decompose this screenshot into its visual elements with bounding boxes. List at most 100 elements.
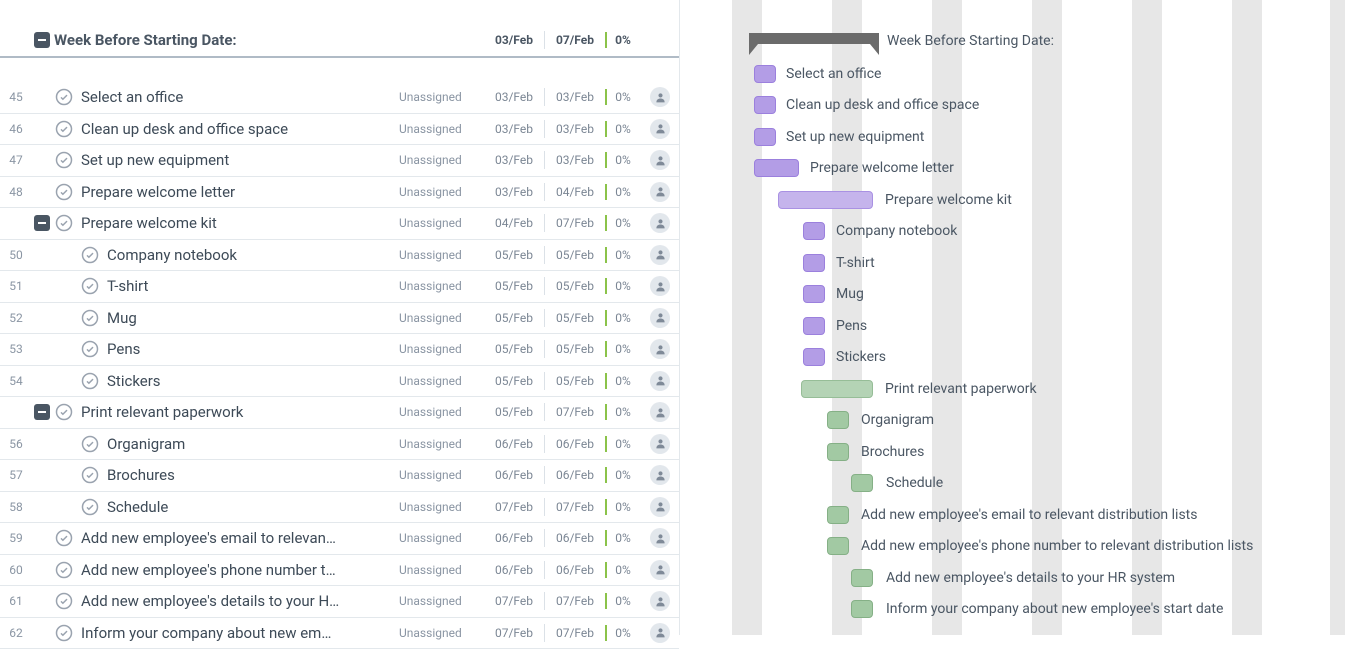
start-date[interactable]: 05/Feb [484,279,544,293]
task-title[interactable]: Prepare welcome kit [76,214,399,232]
progress-pct[interactable]: 0% [605,311,641,325]
task-title[interactable]: Add new employee's details to your H… [76,592,399,610]
assignee[interactable]: Unassigned [399,468,484,482]
gantt-bar[interactable] [801,380,873,398]
start-date[interactable]: 03/Feb [484,122,544,136]
task-title[interactable]: Prepare welcome letter [76,183,399,201]
progress-pct[interactable]: 0% [605,153,641,167]
check-circle-icon[interactable] [55,88,73,106]
end-date[interactable]: 06/Feb [545,563,605,577]
task-title[interactable]: Company notebook [102,246,399,264]
gantt-bar[interactable] [827,506,849,524]
end-date[interactable]: 06/Feb [545,531,605,545]
start-date[interactable]: 05/Feb [484,374,544,388]
task-row[interactable]: 62Inform your company about new em…Unass… [0,618,679,649]
task-title[interactable]: Add new employee's phone number t… [76,561,399,579]
gantt-bar[interactable] [851,569,873,587]
task-title[interactable]: T-shirt [102,277,399,295]
end-date[interactable]: 07/Feb [545,626,605,640]
end-date[interactable]: 03/Feb [545,90,605,104]
progress-pct[interactable]: 0% [605,405,641,419]
assignee[interactable]: Unassigned [399,594,484,608]
collapse-icon[interactable] [34,32,50,48]
check-circle-icon[interactable] [55,561,73,579]
assignee[interactable]: Unassigned [399,311,484,325]
assign-user-icon[interactable] [650,213,670,233]
progress-pct[interactable]: 0% [605,90,641,104]
start-date[interactable]: 04/Feb [484,216,544,230]
start-date[interactable]: 05/Feb [484,248,544,262]
task-row[interactable]: 60Add new employee's phone number t…Unas… [0,555,679,587]
start-date[interactable]: 05/Feb [484,311,544,325]
assign-user-icon[interactable] [650,560,670,580]
gantt-bar[interactable] [827,411,849,429]
group-header-row[interactable]: Week Before Starting Date: 03/Feb 07/Feb… [0,24,679,58]
check-circle-icon[interactable] [81,498,99,516]
gantt-bar[interactable] [754,96,776,114]
task-title[interactable]: Print relevant paperwork [76,403,399,421]
check-circle-icon[interactable] [81,309,99,327]
start-date[interactable]: 03/Feb [484,153,544,167]
assignee[interactable]: Unassigned [399,279,484,293]
progress-pct[interactable]: 0% [605,500,641,514]
task-row[interactable]: 52MugUnassigned05/Feb05/Feb0% [0,303,679,335]
gantt-bar[interactable] [803,317,825,335]
assignee[interactable]: Unassigned [399,90,484,104]
assign-user-icon[interactable] [650,182,670,202]
gantt-bar[interactable] [803,285,825,303]
task-title[interactable]: Clean up desk and office space [76,120,399,138]
progress-pct[interactable]: 0% [605,185,641,199]
check-circle-icon[interactable] [55,529,73,547]
assign-user-icon[interactable] [650,371,670,391]
collapse-icon[interactable] [34,215,50,231]
assignee[interactable]: Unassigned [399,122,484,136]
assign-user-icon[interactable] [650,623,670,643]
assign-user-icon[interactable] [650,434,670,454]
start-date[interactable]: 06/Feb [484,563,544,577]
start-date[interactable]: 03/Feb [484,90,544,104]
task-row[interactable]: 51T-shirtUnassigned05/Feb05/Feb0% [0,271,679,303]
task-row[interactable]: 58ScheduleUnassigned07/Feb07/Feb0% [0,492,679,524]
progress-pct[interactable]: 0% [605,468,641,482]
assign-user-icon[interactable] [650,87,670,107]
task-row[interactable]: 61Add new employee's details to your H…U… [0,586,679,618]
gantt-bar[interactable] [754,128,776,146]
assign-user-icon[interactable] [650,119,670,139]
assign-user-icon[interactable] [650,245,670,265]
progress-pct[interactable]: 0% [605,594,641,608]
end-date[interactable]: 06/Feb [545,437,605,451]
check-circle-icon[interactable] [55,592,73,610]
check-circle-icon[interactable] [55,120,73,138]
start-date[interactable]: 03/Feb [484,185,544,199]
progress-pct[interactable]: 0% [605,216,641,230]
progress-pct[interactable]: 0% [605,248,641,262]
task-title[interactable]: Add new employee's email to relevan… [76,529,399,547]
assignee[interactable]: Unassigned [399,437,484,451]
assign-user-icon[interactable] [650,339,670,359]
start-date[interactable]: 06/Feb [484,531,544,545]
gantt-bar[interactable] [827,537,849,555]
progress-pct[interactable]: 0% [605,342,641,356]
assign-user-icon[interactable] [650,591,670,611]
start-date[interactable]: 06/Feb [484,437,544,451]
end-date[interactable]: 05/Feb [545,311,605,325]
end-date[interactable]: 07/Feb [545,405,605,419]
check-circle-icon[interactable] [81,466,99,484]
end-date[interactable]: 05/Feb [545,374,605,388]
check-circle-icon[interactable] [81,246,99,264]
group-title[interactable]: Week Before Starting Date: [52,31,399,49]
end-date[interactable]: 07/Feb [545,216,605,230]
end-date[interactable]: 05/Feb [545,279,605,293]
assign-user-icon[interactable] [650,308,670,328]
progress-pct[interactable]: 0% [605,279,641,293]
progress-pct[interactable]: 0% [605,122,641,136]
check-circle-icon[interactable] [55,403,73,421]
start-date[interactable]: 06/Feb [484,468,544,482]
task-row[interactable]: 45Select an officeUnassigned03/Feb03/Feb… [0,82,679,114]
task-row[interactable]: 59Add new employee's email to relevan…Un… [0,523,679,555]
gantt-bar[interactable] [754,65,776,83]
progress-pct[interactable]: 0% [605,563,641,577]
assign-user-icon[interactable] [650,150,670,170]
check-circle-icon[interactable] [55,214,73,232]
task-title[interactable]: Set up new equipment [76,151,399,169]
